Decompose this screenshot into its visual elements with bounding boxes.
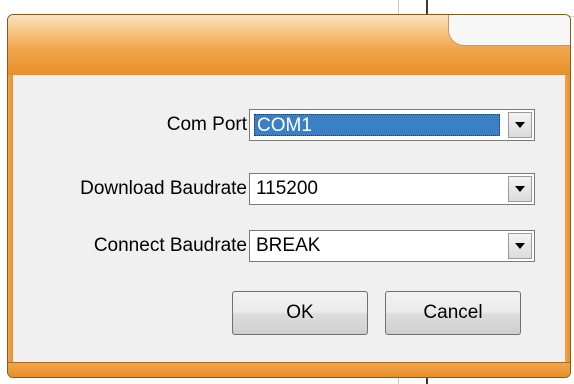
chevron-down-icon bbox=[515, 186, 525, 192]
titlebar-notch bbox=[448, 15, 570, 46]
connect-baudrate-value: BREAK bbox=[256, 235, 321, 256]
download-baudrate-value: 115200 bbox=[256, 178, 318, 199]
dialog-frame-right bbox=[565, 75, 570, 363]
com-port-select[interactable]: COM1 bbox=[249, 109, 535, 141]
serial-settings-dialog: Com Port COM1 Download Baudrate 115200 C… bbox=[7, 14, 571, 378]
com-port-value: COM1 bbox=[254, 114, 500, 136]
chevron-down-icon bbox=[515, 122, 525, 128]
com-port-dropdown-button[interactable] bbox=[508, 112, 532, 138]
connect-baudrate-label: Connect Baudrate bbox=[93, 235, 247, 256]
cancel-button[interactable]: Cancel bbox=[385, 291, 521, 335]
connect-baudrate-select[interactable]: BREAK bbox=[249, 230, 535, 262]
dialog-frame-bottom bbox=[8, 362, 570, 377]
connect-baudrate-dropdown-button[interactable] bbox=[508, 233, 532, 259]
com-port-label: Com Port bbox=[166, 114, 247, 135]
download-baudrate-select[interactable]: 115200 bbox=[249, 173, 535, 205]
chevron-down-icon bbox=[515, 243, 525, 249]
ok-button[interactable]: OK bbox=[232, 291, 368, 335]
download-baudrate-label: Download Baudrate bbox=[80, 178, 247, 199]
download-baudrate-dropdown-button[interactable] bbox=[508, 176, 532, 202]
